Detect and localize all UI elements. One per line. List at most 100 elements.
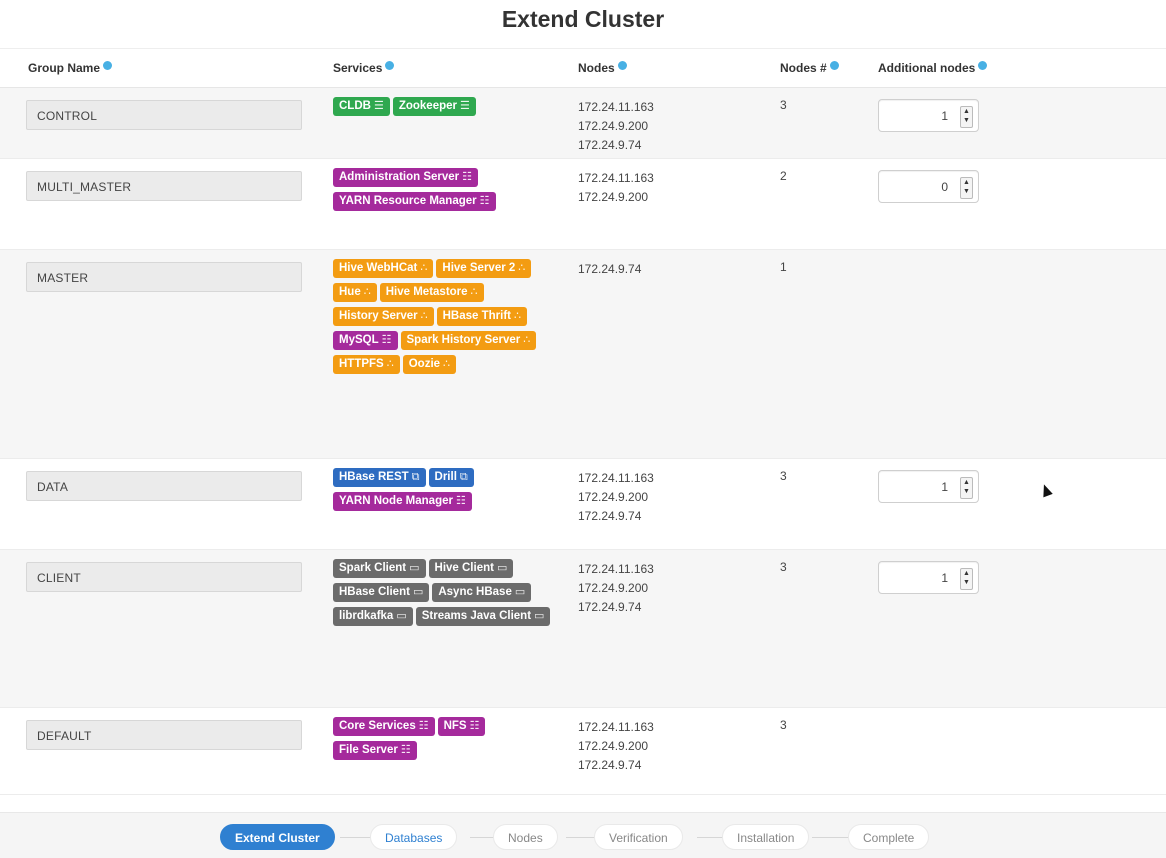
service-label: Drill (434, 471, 457, 483)
header-nodes-count-label: Nodes # (780, 61, 827, 75)
service-badge[interactable]: Hive Client ▭ (428, 559, 514, 578)
step-nodes[interactable]: Nodes (493, 824, 558, 850)
additional-nodes-value[interactable]: 0 (941, 180, 948, 194)
step-verification[interactable]: Verification (594, 824, 683, 850)
nodes-list: 172.24.11.163 172.24.9.200 172.24.9.74 (578, 560, 654, 617)
service-badge[interactable]: Hive Metastore ∴ (379, 283, 484, 302)
node-ip: 172.24.9.74 (578, 600, 642, 614)
node-count: 3 (780, 560, 787, 574)
step-complete[interactable]: Complete (848, 824, 930, 850)
service-badge[interactable]: Zookeeper ☰ (392, 97, 476, 116)
service-badge[interactable]: Drill ⧉ (428, 468, 474, 487)
list-icon: ☷ (381, 334, 392, 346)
monitor-icon: ▭ (534, 610, 545, 622)
header-services: Services (333, 61, 395, 75)
step-extend-cluster[interactable]: Extend Cluster (220, 824, 335, 850)
service-label: YARN Resource Manager (339, 195, 477, 207)
sitemap-icon: ∴ (386, 358, 394, 370)
nodes-list: 172.24.9.74 (578, 260, 641, 279)
info-icon[interactable] (103, 61, 113, 70)
monitor-icon: ▭ (496, 562, 508, 574)
header-nodes-label: Nodes (578, 61, 615, 75)
service-badge[interactable]: Hive WebHCat ∴ (333, 259, 434, 278)
header-group-name: Group Name (28, 61, 113, 75)
stepper-down-icon[interactable]: ▼ (961, 187, 972, 196)
sitemap-icon: ∴ (514, 310, 521, 322)
sitemap-icon: ∴ (443, 358, 451, 370)
node-ip: 172.24.11.163 (578, 562, 654, 576)
service-badge[interactable]: MySQL ☷ (333, 331, 398, 350)
info-icon[interactable] (385, 61, 395, 70)
node-ip: 172.24.9.200 (578, 190, 649, 204)
service-badge[interactable]: YARN Resource Manager ☷ (333, 192, 496, 211)
table-header: Group Name Services Nodes Nodes # Additi… (0, 48, 1166, 88)
stepper-up-icon[interactable]: ▲ (961, 178, 972, 187)
service-badge[interactable]: Oozie ∴ (402, 355, 457, 374)
sitemap-icon: ∴ (470, 286, 478, 298)
additional-nodes-stepper[interactable]: 1 ▲ ▼ (878, 470, 979, 503)
service-badge[interactable]: librdkafka ▭ (333, 607, 413, 626)
service-badge[interactable]: Spark History Server ∴ (400, 331, 537, 350)
services-list: Core Services ☷ NFS ☷ File Server ☷ (333, 716, 573, 764)
additional-nodes-stepper[interactable]: 0 ▲ ▼ (878, 170, 979, 203)
stepper-up-icon[interactable]: ▲ (961, 107, 972, 116)
monitor-icon: ▭ (412, 586, 424, 598)
stepper-arrows[interactable]: ▲ ▼ (960, 568, 973, 590)
stepper-down-icon[interactable]: ▼ (961, 578, 972, 587)
info-icon[interactable] (829, 61, 839, 70)
wizard-steps: Extend Cluster Databases Nodes Verificat… (0, 812, 1166, 858)
monitor-icon: ▭ (396, 610, 407, 622)
service-badge[interactable]: Streams Java Client ▭ (415, 607, 551, 626)
group-name-field: DEFAULT (26, 720, 302, 750)
header-services-label: Services (333, 61, 383, 75)
service-badge[interactable]: History Server ∴ (333, 307, 434, 326)
table-row: MULTI_MASTER Administration Server ☷YARN R… (0, 159, 1166, 250)
service-label: Administration Server (339, 171, 460, 183)
service-label: Zookeeper (398, 100, 457, 112)
service-label: Async HBase (438, 586, 512, 598)
additional-nodes-stepper[interactable]: 1 ▲ ▼ (878, 99, 979, 132)
service-badge[interactable]: Core Services ☷ (333, 717, 435, 736)
service-badge[interactable]: CLDB ☰ (333, 97, 390, 116)
service-badge[interactable]: HTTPFS ∴ (333, 355, 400, 374)
service-badge[interactable]: Hive Server 2 ∴ (436, 259, 532, 278)
nodes-list: 172.24.11.163 172.24.9.200 172.24.9.74 (578, 718, 654, 775)
additional-nodes-value[interactable]: 1 (941, 571, 948, 585)
service-badge[interactable]: Hue ∴ (333, 283, 377, 302)
additional-nodes-value[interactable]: 1 (941, 480, 948, 494)
service-badge[interactable]: NFS ☷ (437, 717, 486, 736)
header-additional-nodes-label: Additional nodes (878, 61, 976, 75)
step-databases[interactable]: Databases (370, 824, 458, 850)
stepper-arrows[interactable]: ▲ ▼ (960, 106, 973, 128)
step-installation[interactable]: Installation (722, 824, 810, 850)
monitor-icon: ▭ (409, 562, 420, 574)
service-badge[interactable]: HBase REST ⧉ (333, 468, 426, 487)
service-badge[interactable]: HBase Client ▭ (333, 583, 430, 602)
stepper-up-icon[interactable]: ▲ (961, 569, 972, 578)
node-ip: 172.24.11.163 (578, 100, 654, 114)
stepper-arrows[interactable]: ▲ ▼ (960, 477, 973, 499)
info-icon[interactable] (617, 61, 627, 70)
service-label: Streams Java Client (421, 610, 532, 622)
stepper-down-icon[interactable]: ▼ (961, 487, 972, 496)
group-name-field: MASTER (26, 262, 302, 292)
service-badge[interactable]: HBase Thrift ∴ (436, 307, 527, 326)
additional-nodes-stepper[interactable]: 1 ▲ ▼ (878, 561, 979, 594)
stepper-down-icon[interactable]: ▼ (961, 116, 972, 125)
additional-nodes-value[interactable]: 1 (941, 109, 948, 123)
service-badge[interactable]: YARN Node Manager ☷ (333, 492, 472, 511)
service-badge[interactable]: Spark Client ▭ (333, 559, 426, 578)
service-label: File Server (339, 744, 398, 756)
stepper-up-icon[interactable]: ▲ (961, 478, 972, 487)
service-badge[interactable]: File Server ☷ (333, 741, 417, 760)
header-group-name-label: Group Name (28, 61, 101, 75)
list-icon: ☷ (479, 195, 490, 207)
info-icon[interactable] (978, 61, 988, 70)
services-list: HBase REST ⧉ Drill ⧉ YARN Node Manager ☷ (333, 467, 573, 515)
stepper-arrows[interactable]: ▲ ▼ (960, 177, 973, 199)
header-additional-nodes: Additional nodes (878, 61, 988, 75)
service-badge[interactable]: Administration Server ☷ (333, 168, 479, 187)
service-badge[interactable]: Async HBase ▭ (432, 583, 532, 602)
node-ip: 172.24.11.163 (578, 471, 654, 485)
node-count: 2 (780, 169, 787, 183)
